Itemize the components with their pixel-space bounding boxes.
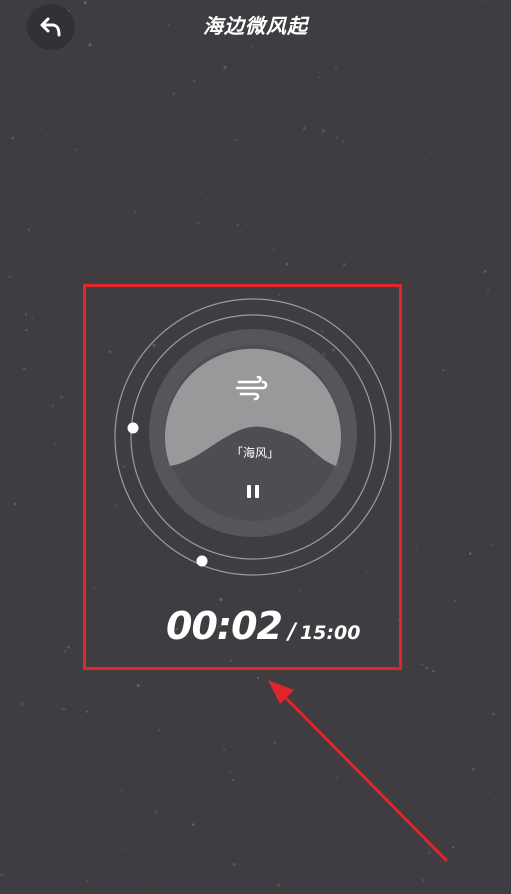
sound-label: 「海风」 [230,446,279,460]
total-time: 15:00 [300,622,361,644]
elapsed-time: 00:02 [166,604,283,648]
progress-knob[interactable] [127,422,139,434]
time-separator: / [287,620,297,645]
pause-icon-bar-right [255,485,259,498]
progress-knob-secondary[interactable] [196,555,208,567]
pause-icon-bar-left [247,485,251,498]
time-display: 00:02 / 15:00 [166,604,361,654]
screen: 海边微风起 「海风」 00:02 / 15:00 [0,0,511,894]
